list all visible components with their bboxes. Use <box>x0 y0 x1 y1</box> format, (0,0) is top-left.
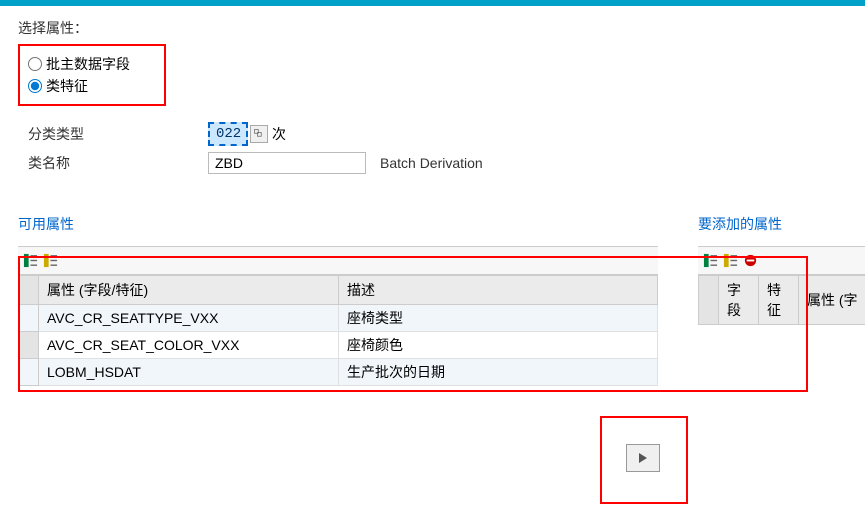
to-add-attributes-table: 字段 特征 属性 (字 <box>698 275 865 325</box>
desc-cell: 生产批次的日期 <box>339 359 658 386</box>
class-name-row: 类名称 Batch Derivation <box>28 152 847 174</box>
radio-master-data-label: 批主数据字段 <box>46 54 130 74</box>
deselect-all-icon[interactable] <box>42 253 58 269</box>
radio-row-class-char[interactable]: 类特征 <box>28 76 156 96</box>
class-type-suffix: 次 <box>272 124 286 144</box>
class-type-input[interactable]: 022 <box>208 122 248 146</box>
class-type-row: 分类类型 022 次 <box>28 122 847 146</box>
remove-icon[interactable] <box>742 253 758 269</box>
radio-class-characteristic[interactable] <box>28 79 42 93</box>
table-row[interactable]: AVC_CR_SEATTYPE_VXX 座椅类型 <box>19 305 658 332</box>
attribute-column-header[interactable]: 属性 (字段/特征) <box>39 276 339 305</box>
attr-cell: AVC_CR_SEAT_COLOR_VXX <box>39 332 339 359</box>
desc-cell: 座椅类型 <box>339 305 658 332</box>
select-column-header[interactable] <box>19 276 39 305</box>
row-selector[interactable] <box>19 305 39 332</box>
radio-class-characteristic-label: 类特征 <box>46 76 88 96</box>
class-name-description: Batch Derivation <box>380 155 483 171</box>
class-name-label: 类名称 <box>28 153 208 173</box>
class-type-help-icon[interactable] <box>250 125 268 143</box>
row-selector[interactable] <box>19 332 39 359</box>
radio-row-master-data[interactable]: 批主数据字段 <box>28 54 156 74</box>
available-attributes-table: 属性 (字段/特征) 描述 AVC_CR_SEATTYPE_VXX 座椅类型 A <box>18 275 658 386</box>
deselect-all-icon[interactable] <box>722 253 738 269</box>
table-row[interactable]: LOBM_HSDAT 生产批次的日期 <box>19 359 658 386</box>
attr-cell: AVC_CR_SEATTYPE_VXX <box>39 305 339 332</box>
available-table-wrapper: 属性 (字段/特征) 描述 AVC_CR_SEATTYPE_VXX 座椅类型 A <box>18 246 658 386</box>
class-name-input[interactable] <box>208 152 366 174</box>
class-type-label: 分类类型 <box>28 124 208 144</box>
table-row[interactable]: AVC_CR_SEAT_COLOR_VXX 座椅颜色 <box>19 332 658 359</box>
desc-cell: 座椅颜色 <box>339 332 658 359</box>
radio-master-data[interactable] <box>28 57 42 71</box>
available-attributes-panel: 可用属性 属性 (字段/特征) 描述 <box>18 214 658 386</box>
to-add-attributes-panel: 要添加的属性 字 <box>698 214 865 325</box>
select-column-header[interactable] <box>699 276 719 325</box>
attr-column-header[interactable]: 属性 (字 <box>799 276 865 325</box>
attr-cell: LOBM_HSDAT <box>39 359 339 386</box>
select-all-icon[interactable] <box>702 253 718 269</box>
field-column-header[interactable]: 字段 <box>719 276 759 325</box>
description-column-header[interactable]: 描述 <box>339 276 658 305</box>
move-right-button[interactable] <box>626 444 660 472</box>
attribute-type-radio-group: 批主数据字段 类特征 <box>18 44 166 106</box>
select-all-icon[interactable] <box>22 253 38 269</box>
char-column-header[interactable]: 特征 <box>759 276 799 325</box>
to-add-table-wrapper: 字段 特征 属性 (字 <box>698 246 865 325</box>
available-table-toolbar <box>18 247 658 275</box>
to-add-table-toolbar <box>698 247 865 275</box>
main-content: 选择属性： 批主数据字段 类特征 分类类型 022 次 类名称 Batch De… <box>0 6 865 226</box>
row-selector[interactable] <box>19 359 39 386</box>
select-attribute-label: 选择属性： <box>18 18 847 38</box>
triangle-right-icon <box>638 452 648 464</box>
to-add-attributes-title: 要添加的属性 <box>698 214 865 234</box>
available-attributes-title: 可用属性 <box>18 214 658 234</box>
